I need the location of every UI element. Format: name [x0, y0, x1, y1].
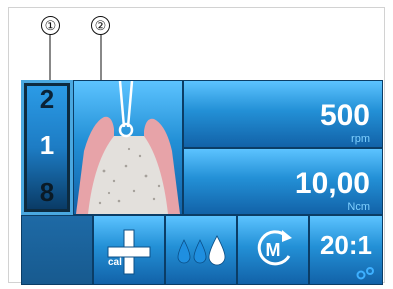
calibrate-button[interactable]: cal [93, 215, 165, 285]
motor-letter: M [265, 240, 281, 260]
irrigation-icon [177, 235, 226, 266]
procedure-illustration-panel [73, 80, 183, 215]
drill-shaft-left [118, 80, 126, 128]
irrigation-button[interactable] [165, 215, 237, 285]
program-selector[interactable]: 2 1 8 [21, 80, 73, 215]
gear-ratio-button[interactable]: 20:1 [309, 215, 383, 285]
drill-tip [118, 122, 134, 138]
motor-rotation-button[interactable]: M [237, 215, 309, 285]
speed-value: 500 [319, 99, 370, 132]
torque-display[interactable]: 10,00 Ncm [183, 148, 383, 215]
torque-value: 10,00 [294, 167, 370, 200]
program-current-digit: 1 [39, 130, 55, 160]
drill-shaft-right [126, 80, 134, 128]
speed-display[interactable]: 500 rpm [183, 80, 383, 148]
toolbar-empty-slot [21, 215, 93, 285]
speed-unit: rpm [351, 133, 370, 145]
program-next-digit: 8 [39, 177, 55, 207]
gear-icon [356, 267, 374, 280]
calibrate-label: cal [108, 257, 122, 268]
bone-implant-icon [76, 80, 180, 214]
torque-unit: Ncm [347, 201, 370, 213]
gear-ratio-label: 20:1 [319, 230, 373, 260]
calibrate-icon [107, 229, 151, 275]
program-prev-digit: 2 [39, 84, 55, 114]
